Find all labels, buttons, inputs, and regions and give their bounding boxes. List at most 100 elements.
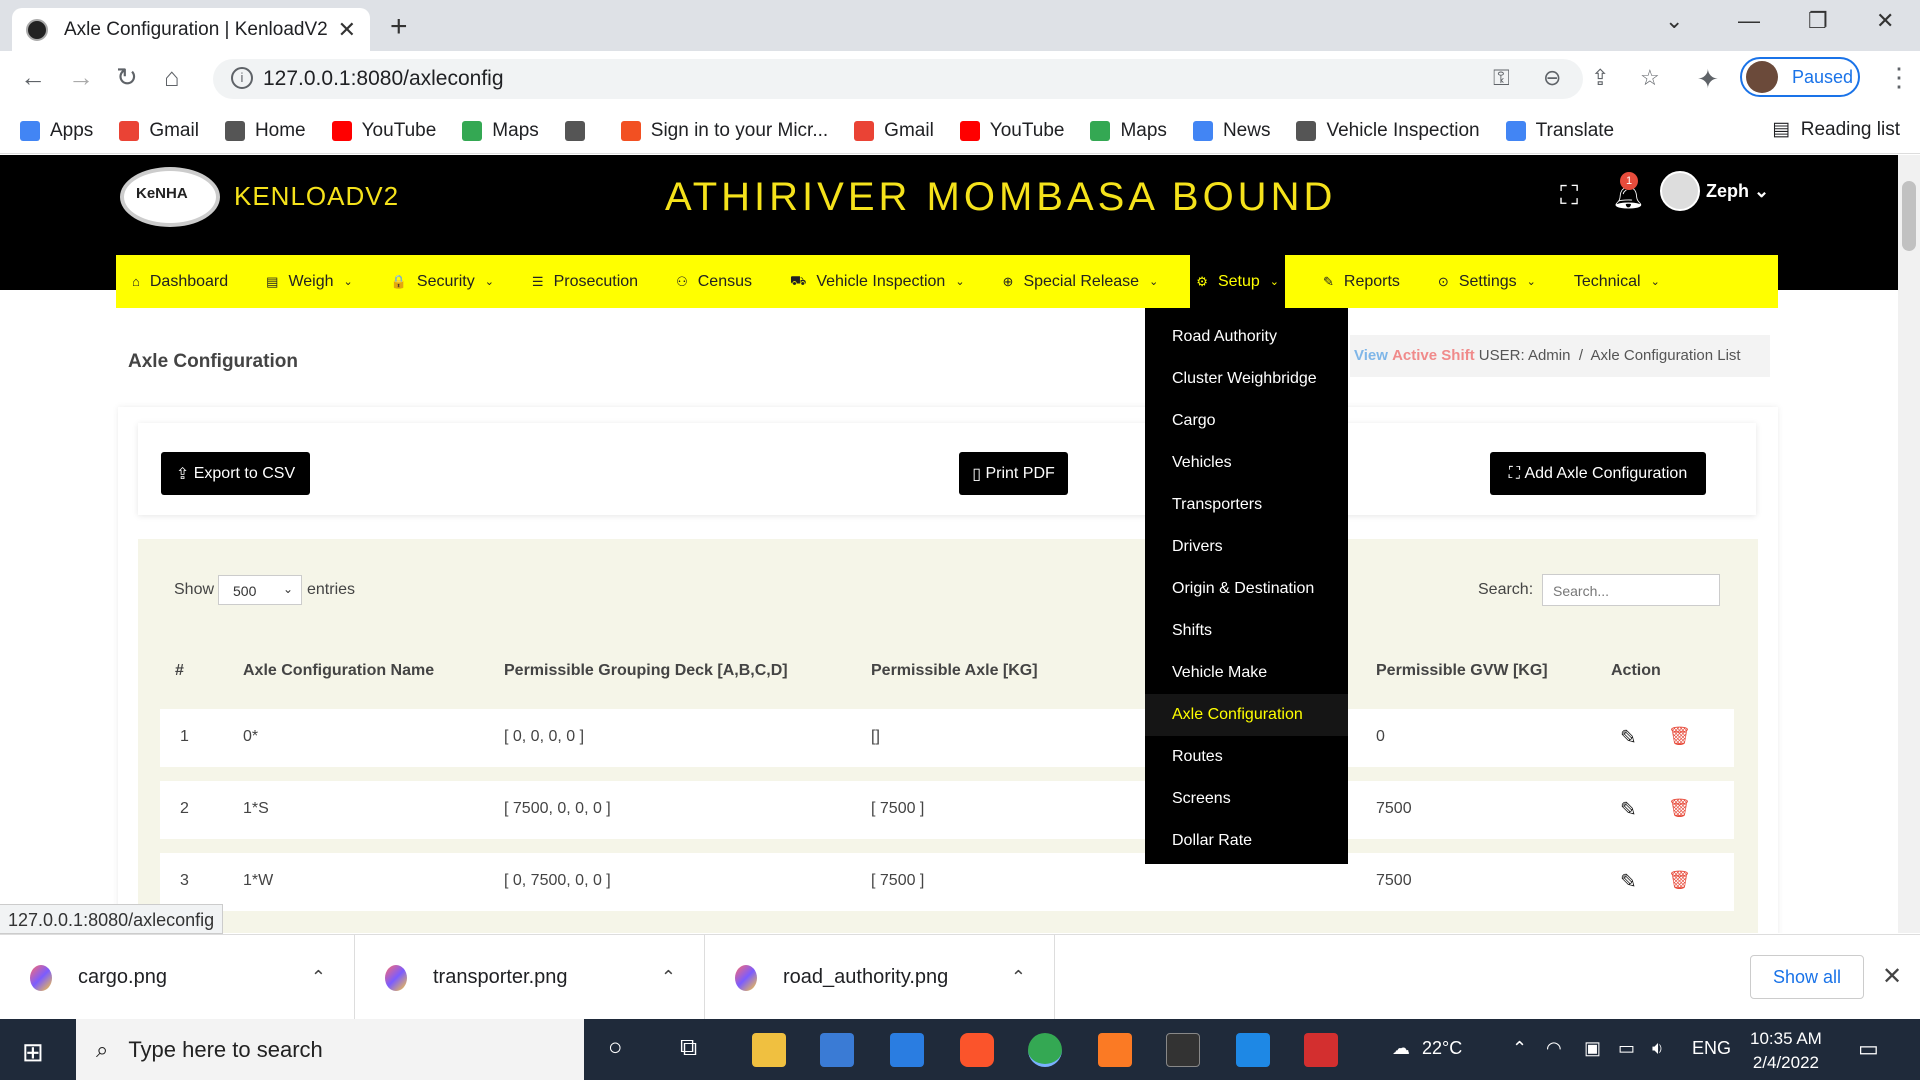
col-header-deck[interactable]: Permissible Grouping Deck [A,B,C,D] <box>504 662 788 680</box>
profile-button[interactable]: Paused <box>1740 57 1860 97</box>
col-header-number[interactable]: # <box>175 662 184 680</box>
store-icon[interactable] <box>820 1033 854 1067</box>
col-header-axle[interactable]: Permissible Axle [KG] <box>871 662 1038 680</box>
menu-item-weigh[interactable]: ▤ Weigh ⌄ <box>266 273 353 291</box>
setup-menu-item[interactable]: Dollar Rate <box>1145 820 1348 862</box>
site-info-icon[interactable]: i <box>231 67 253 89</box>
language-indicator[interactable]: ENG <box>1692 1038 1731 1059</box>
forward-icon[interactable]: → <box>68 62 94 93</box>
download-item[interactable]: transporter.png ⌃ <box>355 935 705 1020</box>
back-icon[interactable]: ← <box>20 62 46 93</box>
menu-item-reports[interactable]: ✎ Reports <box>1323 273 1400 291</box>
menu-item-vehicle-inspection[interactable]: ⛟ Vehicle Inspection ⌄ <box>790 273 965 291</box>
setup-menu-item[interactable]: Transporters <box>1145 484 1348 526</box>
browser-tab[interactable]: Axle Configuration | KenloadV2 ✕ <box>12 8 370 51</box>
delete-icon[interactable]: 🗑︎ <box>1668 798 1691 819</box>
new-tab-icon[interactable]: + <box>390 10 408 44</box>
setup-menu-item[interactable]: Vehicle Make <box>1145 652 1348 694</box>
vscode-icon[interactable] <box>1236 1033 1270 1067</box>
bookmark-item[interactable]: Translate <box>1505 120 1614 142</box>
page-size-select[interactable]: 500 ⌄ <box>218 575 302 605</box>
key-icon[interactable]: ⚿ <box>1493 65 1510 91</box>
bookmark-item[interactable]: Vehicle Inspection <box>1296 120 1480 142</box>
chevron-up-icon[interactable]: ⌃ <box>311 967 326 988</box>
window-close-icon[interactable]: ✕ <box>1876 8 1894 34</box>
setup-menu-item[interactable]: Shifts <box>1145 610 1348 652</box>
bookmark-item[interactable] <box>564 120 595 141</box>
bookmark-item[interactable]: Maps <box>462 120 539 142</box>
col-header-name[interactable]: Axle Configuration Name <box>243 662 434 680</box>
omnibox[interactable]: i 127.0.0.1:8080/axleconfig ⚿ ⊖ ⇪ ☆ <box>213 59 1660 99</box>
menu-item-security[interactable]: 🔒 Security ⌄ <box>391 273 494 291</box>
bookmark-item[interactable]: Gmail <box>854 120 934 142</box>
close-downloads-icon[interactable]: ✕ <box>1882 962 1902 991</box>
edit-icon[interactable]: ✎ <box>1620 725 1637 750</box>
xampp-icon[interactable] <box>1098 1033 1132 1067</box>
taskbar-search[interactable]: ⌕ Type here to search <box>76 1019 584 1080</box>
user-avatar[interactable] <box>1660 171 1700 211</box>
export-csv-button[interactable]: ⇪ Export to CSV <box>161 452 310 495</box>
temperature[interactable]: 22°C <box>1422 1038 1462 1059</box>
setup-menu-item[interactable]: Road Authority <box>1145 316 1348 358</box>
tab-search-icon[interactable]: ⌄ <box>1665 8 1683 34</box>
bookmark-item[interactable]: News <box>1192 120 1270 142</box>
chevron-up-icon[interactable]: ⌃ <box>661 967 676 988</box>
minimize-icon[interactable]: — <box>1738 8 1760 34</box>
app-v-icon[interactable] <box>1304 1033 1338 1067</box>
setup-menu-item[interactable]: Routes <box>1145 736 1348 778</box>
search-input[interactable]: Search... <box>1542 574 1720 606</box>
clock[interactable]: 10:35 AM 2/4/2022 <box>1750 1027 1822 1075</box>
device-icon[interactable]: ▣ <box>1584 1038 1601 1059</box>
view-link[interactable]: View <box>1354 347 1388 364</box>
setup-menu-item[interactable]: Origin & Destination <box>1145 568 1348 610</box>
edit-icon[interactable]: ✎ <box>1620 797 1637 822</box>
setup-menu-item[interactable]: Cluster Weighbridge <box>1145 358 1348 400</box>
notifications-icon[interactable]: ▭ <box>1858 1036 1879 1062</box>
user-menu[interactable]: Zeph ⌄ <box>1706 181 1769 202</box>
home-icon[interactable]: ⌂ <box>164 62 180 93</box>
menu-item-setup[interactable]: ⚙ Setup ⌄ <box>1190 255 1285 308</box>
terminal-icon[interactable] <box>1166 1033 1200 1067</box>
chrome-icon[interactable] <box>1028 1033 1062 1067</box>
restore-icon[interactable]: ❐ <box>1808 8 1828 34</box>
reload-icon[interactable]: ↻ <box>116 62 138 93</box>
setup-menu-item[interactable]: Axle Configuration <box>1145 694 1348 736</box>
edit-icon[interactable]: ✎ <box>1620 869 1637 894</box>
col-header-gvw[interactable]: Permissible GVW [KG] <box>1376 662 1548 680</box>
menu-item-census[interactable]: ⚇ Census <box>676 273 752 291</box>
battery-icon[interactable]: ▭ <box>1618 1038 1635 1059</box>
setup-menu-item[interactable]: Cargo <box>1145 400 1348 442</box>
reading-list-button[interactable]: ▤ Reading list <box>1772 118 1900 141</box>
scrollbar-thumb[interactable] <box>1902 181 1916 251</box>
bookmark-item[interactable]: YouTube <box>331 120 436 142</box>
extensions-icon[interactable]: ✦ <box>1697 64 1719 95</box>
bookmark-item[interactable]: YouTube <box>959 120 1064 142</box>
file-explorer-icon[interactable] <box>752 1033 786 1067</box>
bookmark-star-icon[interactable]: ☆ <box>1640 65 1660 91</box>
chrome-menu-icon[interactable]: ⋮ <box>1886 62 1912 93</box>
windows-start-icon[interactable]: ⊞ <box>22 1037 44 1068</box>
download-item[interactable]: cargo.png ⌃ <box>0 935 355 1020</box>
delete-icon[interactable]: 🗑︎ <box>1668 726 1691 747</box>
active-shift-link[interactable]: Active Shift <box>1392 347 1475 364</box>
page-scrollbar[interactable] <box>1898 155 1920 933</box>
bookmark-item[interactable]: Apps <box>20 120 93 142</box>
share-icon[interactable]: ⇪ <box>1591 65 1609 91</box>
bookmark-item[interactable]: Home <box>224 120 306 142</box>
add-axle-configuration-button[interactable]: ⛶ Add Axle Configuration <box>1490 452 1706 495</box>
volume-icon[interactable]: 🔉︎ <box>1652 1038 1663 1059</box>
wifi-icon[interactable]: ◠ <box>1546 1038 1562 1059</box>
chevron-up-icon[interactable]: ⌃ <box>1011 967 1026 988</box>
menu-item-prosecution[interactable]: ☰ Prosecution <box>532 273 638 291</box>
task-view-icon[interactable]: ⧉ <box>680 1034 697 1062</box>
setup-menu-item[interactable]: Drivers <box>1145 526 1348 568</box>
show-all-button[interactable]: Show all <box>1750 955 1864 999</box>
menu-item-settings[interactable]: ⊙ Settings ⌄ <box>1438 273 1536 291</box>
tray-chevron-icon[interactable]: ⌃ <box>1512 1038 1527 1059</box>
print-pdf-button[interactable]: ▯ Print PDF <box>959 452 1068 495</box>
kenha-logo[interactable]: KeNHA <box>120 167 220 227</box>
download-item[interactable]: road_authority.png ⌃ <box>705 935 1055 1020</box>
cortana-icon[interactable]: ○ <box>608 1034 623 1062</box>
weather-icon[interactable]: ☁ <box>1392 1038 1410 1059</box>
bookmark-item[interactable]: Maps <box>1090 120 1167 142</box>
